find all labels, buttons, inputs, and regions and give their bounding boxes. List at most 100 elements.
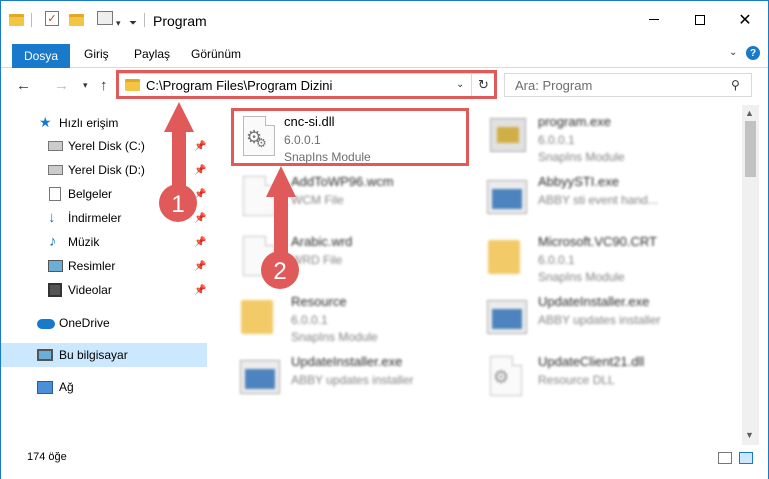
application-icon [484,174,528,218]
file-item[interactable]: UpdateInstaller.exe ABBY updates install… [234,349,474,405]
sidebar-item-downloads[interactable]: ↓ İndirmeler 📌 [1,206,207,230]
file-name: UpdateClient21.dll [538,354,645,369]
toolbar-dropdown-icon[interactable]: ▾ [116,14,121,32]
window-title: Program [153,13,207,29]
sidebar-item-onedrive[interactable]: OneDrive [1,311,207,335]
drive-icon [48,165,63,175]
drive-icon [48,141,63,151]
title-bar: ✓ ▾ ⏷ Program ✕ [1,1,768,38]
sidebar-item-label: Belgeler [68,187,113,201]
large-icons-view-icon[interactable] [739,452,753,464]
tab-share[interactable]: Paylaş [134,47,170,61]
status-bar: 174 öğe [1,447,768,479]
file-name: program.exe [538,114,611,129]
forward-arrow-icon[interactable]: → [54,77,69,94]
file-description: SnapIns Module [538,270,625,284]
file-name: Arabic.wrd [291,234,353,249]
expand-ribbon-icon[interactable]: ⌄ [729,47,737,58]
file-item[interactable]: Microsoft.VC90.CRT 6.0.0.1 SnapIns Modul… [481,229,721,285]
file-highlight-box [231,108,469,166]
title-separator [144,13,145,27]
scroll-thumb[interactable] [745,121,756,177]
file-item[interactable]: ⚙ UpdateClient21.dll Resource DLL [481,349,721,405]
tab-home[interactable]: Giriş [84,47,109,61]
file-name: Resource [291,294,347,309]
file-item[interactable]: Arabic.wrd WRD File [234,229,474,285]
up-arrow-icon[interactable]: ↑ [100,77,108,94]
file-description: ABBY updates installer [538,313,661,327]
maximize-button[interactable] [677,1,723,38]
sidebar-item-label: İndirmeler [68,211,122,225]
file-type: WCM File [291,193,344,207]
sidebar-item-label: Bu bilgisayar [59,348,128,362]
pin-icon[interactable]: 📌 [194,189,206,200]
sidebar-item-this-pc[interactable]: Bu bilgisayar [1,343,207,367]
pin-icon[interactable]: 📌 [194,141,206,152]
folder-icon [237,294,281,338]
title-separator [31,13,32,27]
file-description: Resource DLL [538,373,615,387]
file-name: AbbyySTI.exe [538,174,619,189]
search-input[interactable]: Ara: Program [515,78,592,93]
sidebar-item-label: Müzik [68,235,100,249]
sidebar-item-network[interactable]: Ağ [1,375,207,399]
sidebar-item-local-disk-d[interactable]: Yerel Disk (D:) 📌 [1,158,207,182]
file-description: SnapIns Module [538,150,625,164]
file-description: ABBY updates installer [291,373,414,387]
file-item[interactable]: AbbyySTI.exe ABBY sti event hand... [481,169,721,225]
downloads-icon: ↓ [48,209,56,226]
navigation-pane: ★ Hızlı erişim Yerel Disk (C:) 📌 Yerel D… [1,105,207,445]
vertical-scrollbar[interactable]: ▲ ▼ [742,105,759,445]
tab-view[interactable]: Görünüm [191,47,241,61]
pin-icon[interactable]: 📌 [194,285,206,296]
pictures-icon [48,260,63,272]
onedrive-icon [37,319,55,329]
pin-icon[interactable]: 📌 [194,165,206,176]
recent-locations-icon[interactable]: ▾ [83,80,88,91]
details-view-icon[interactable] [718,452,732,464]
scroll-up-icon[interactable]: ▲ [745,108,754,118]
sidebar-item-label: Videolar [68,283,112,297]
properties-check-icon[interactable]: ✓ [45,11,59,26]
sidebar-item-pictures[interactable]: Resimler 📌 [1,254,207,278]
application-icon [237,354,281,398]
close-icon: ✕ [738,11,752,29]
maximize-icon [695,14,705,25]
search-icon[interactable]: ⚲ [731,78,740,92]
minimize-icon [649,19,659,20]
file-item[interactable]: Resource 6.0.0.1 SnapIns Module [234,289,474,345]
new-folder-icon[interactable] [69,11,84,29]
pin-icon[interactable]: 📌 [194,261,206,272]
tab-file[interactable]: Dosya [12,44,70,68]
quick-access-folder-icon[interactable] [9,11,24,29]
address-highlight-box [116,70,497,99]
file-item[interactable]: UpdateInstaller.exe ABBY updates install… [481,289,721,345]
dll-gear-icon: ⚙ [484,354,528,398]
file-item[interactable]: AddToWP96.wcm WCM File [234,169,474,225]
file-item[interactable]: program.exe 6.0.0.1 SnapIns Module [481,109,721,165]
sidebar-item-label: Yerel Disk (D:) [68,163,145,177]
search-box[interactable]: Ara: Program ⚲ [504,73,752,97]
scroll-down-icon[interactable]: ▼ [745,430,754,440]
sidebar-item-local-disk-c[interactable]: Yerel Disk (C:) 📌 [1,134,207,158]
back-arrow-icon[interactable]: ← [16,77,31,94]
sidebar-item-music[interactable]: ♪ Müzik 📌 [1,230,207,254]
sidebar-item-videos[interactable]: Videolar 📌 [1,278,207,302]
file-type: WRD File [291,253,343,267]
program-exe-icon [484,114,528,158]
close-button[interactable]: ✕ [722,1,768,38]
file-version: 6.0.0.1 [538,133,575,147]
help-icon[interactable]: ? [746,46,760,60]
folder-icon [484,234,528,278]
document-icon [237,234,281,278]
sidebar-item-quick-access[interactable]: ★ Hızlı erişim [1,111,207,135]
sidebar-item-documents[interactable]: Belgeler 📌 [1,182,207,206]
file-name: AddToWP96.wcm [291,174,394,189]
pin-icon[interactable]: 📌 [194,213,206,224]
minimize-button[interactable] [631,1,677,38]
quick-access-toolbar-icon[interactable] [97,11,113,25]
customize-toolbar-icon[interactable]: ⏷ [129,14,137,32]
file-name: UpdateInstaller.exe [538,294,650,309]
file-description: ABBY sti event hand... [538,193,658,207]
pin-icon[interactable]: 📌 [194,237,206,248]
